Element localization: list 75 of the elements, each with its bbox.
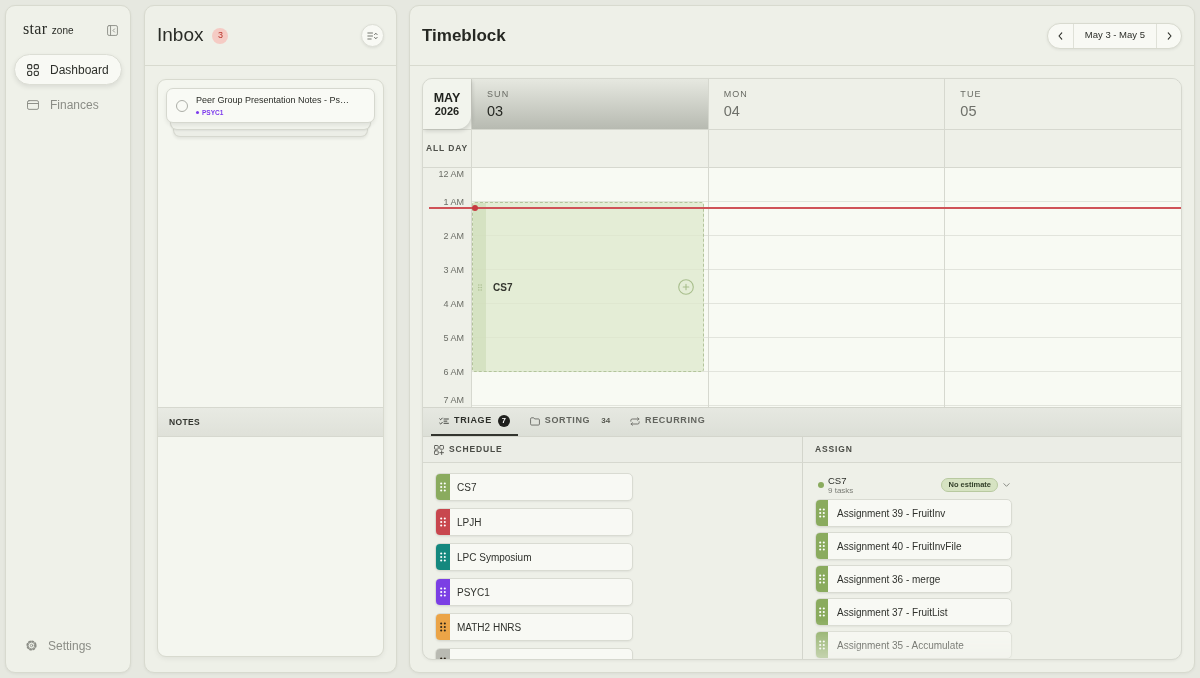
task-checkbox[interactable] bbox=[176, 99, 188, 112]
hour-label: 1 AM bbox=[443, 196, 464, 208]
day-header[interactable]: MON 04 bbox=[707, 79, 945, 129]
tab[interactable]: RECURRING bbox=[622, 408, 714, 436]
schedule-item[interactable]: PSYC1 bbox=[435, 578, 633, 606]
drag-handle-icon[interactable] bbox=[816, 599, 828, 625]
drag-handle-icon[interactable] bbox=[436, 474, 450, 500]
drag-handle-icon[interactable] bbox=[436, 614, 450, 640]
date-range: May 3 - May 5 bbox=[1083, 28, 1146, 43]
app-logo: star zone bbox=[23, 19, 74, 39]
sort-icon bbox=[367, 31, 378, 40]
task-card[interactable]: Assignment 37 - FruitList bbox=[815, 598, 1012, 626]
chevron-down-icon[interactable] bbox=[1003, 483, 1010, 487]
task-card[interactable]: Assignment 39 - FruitInv bbox=[815, 499, 1012, 527]
drag-handle-icon[interactable] bbox=[436, 579, 450, 605]
year-label: 2026 bbox=[434, 104, 460, 118]
day-header[interactable]: SUN 03 bbox=[471, 79, 708, 129]
drag-handle-icon[interactable] bbox=[816, 500, 828, 526]
schedule-item[interactable]: CS7 bbox=[435, 473, 633, 501]
chevron-right-icon bbox=[1166, 31, 1172, 40]
folder-icon bbox=[529, 416, 540, 426]
task-card[interactable]: Assignment 35 - Accumulate bbox=[815, 631, 1012, 659]
schedule-item[interactable]: LPJH bbox=[435, 508, 633, 536]
drag-handle-icon[interactable] bbox=[816, 566, 828, 592]
schedule-icon bbox=[434, 444, 444, 455]
date-label: 04 bbox=[723, 103, 741, 119]
list-check-icon bbox=[439, 416, 449, 426]
drag-handle-icon[interactable] bbox=[816, 632, 828, 658]
hour-label: 3 AM bbox=[443, 264, 464, 276]
weekday-label: MON bbox=[723, 89, 749, 100]
event-title: CS7 bbox=[493, 280, 513, 295]
count-badge: 3 bbox=[212, 27, 229, 44]
day-header[interactable]: TUE 05 bbox=[944, 79, 1181, 129]
drag-handle-icon[interactable] bbox=[436, 544, 450, 570]
drag-handle-icon[interactable] bbox=[816, 533, 828, 559]
group-name: CS7 bbox=[828, 474, 848, 486]
tab[interactable]: SORTING 34 bbox=[521, 408, 619, 436]
sort-button[interactable] bbox=[361, 24, 384, 47]
date-label: 03 bbox=[487, 103, 505, 119]
chevron-left-icon bbox=[1057, 31, 1063, 40]
inbox-title: Inbox bbox=[157, 23, 204, 48]
sidebar-nav-item[interactable]: Dashboard bbox=[14, 54, 122, 85]
hour-label: 4 AM bbox=[443, 298, 464, 310]
all-day-label: ALL DAY bbox=[426, 142, 468, 155]
add-icon[interactable] bbox=[677, 279, 694, 295]
settings-icon bbox=[26, 640, 37, 651]
section-title: SCHEDULE bbox=[449, 443, 503, 456]
repeat-icon bbox=[630, 416, 641, 426]
collapse-sidebar-icon[interactable] bbox=[107, 24, 118, 36]
hour-label: 12 AM bbox=[438, 168, 464, 180]
schedule-item[interactable]: LPC Symposium bbox=[435, 543, 633, 571]
hour-label: 5 AM bbox=[443, 332, 464, 344]
card-icon bbox=[27, 99, 39, 110]
hour-label: 6 AM bbox=[443, 366, 464, 378]
section-title: ASSIGN bbox=[815, 443, 853, 456]
grid-icon bbox=[27, 63, 39, 76]
month-label: MAY bbox=[433, 90, 461, 105]
drag-handle-icon[interactable] bbox=[436, 509, 450, 535]
hour-label: 7 AM bbox=[443, 394, 464, 406]
weekday-label: SUN bbox=[487, 89, 511, 100]
day-column[interactable] bbox=[707, 168, 945, 407]
timeblock-title: Timeblock bbox=[422, 24, 506, 47]
tab-count: 34 bbox=[601, 415, 611, 427]
task-card[interactable]: Assignment 36 - merge bbox=[815, 565, 1012, 593]
task-card[interactable]: Assignment 40 - FruitInvFile bbox=[815, 532, 1012, 560]
date-label: 05 bbox=[960, 103, 978, 119]
weekday-label: TUE bbox=[960, 89, 983, 100]
day-column[interactable] bbox=[944, 168, 1181, 407]
task-title: Peer Group Presentation Notes - Ps… bbox=[196, 94, 350, 106]
task-count: 9 tasks bbox=[828, 485, 854, 496]
notes-title: NOTES bbox=[169, 415, 200, 429]
day-column[interactable]: CS7 bbox=[471, 168, 708, 407]
calendar-event[interactable]: CS7 bbox=[472, 202, 704, 372]
hour-label: 2 AM bbox=[443, 230, 464, 242]
schedule-item[interactable]: MATH2 HNRS bbox=[435, 613, 633, 641]
